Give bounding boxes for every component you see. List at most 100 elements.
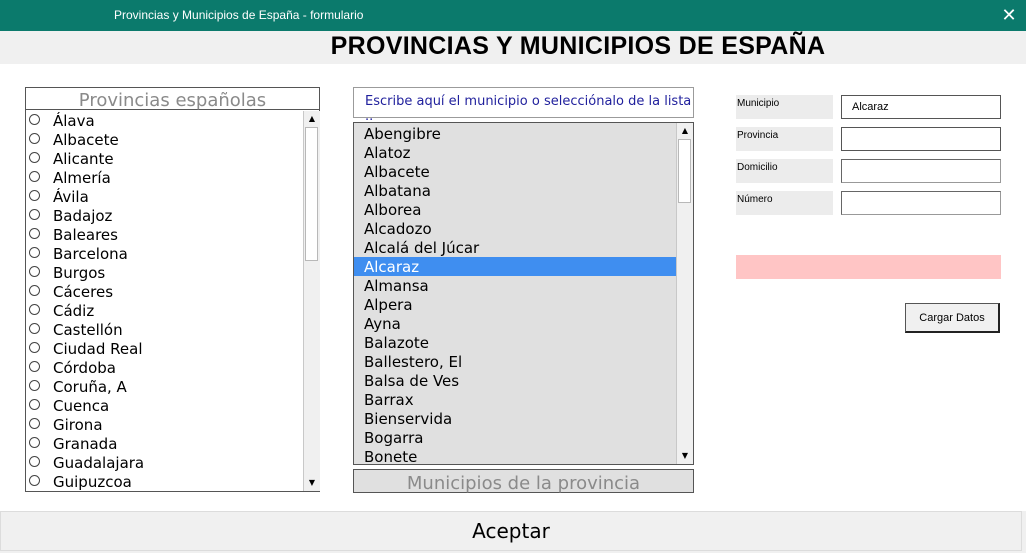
municipio-option[interactable]: Alcalá del Júcar [354, 238, 676, 257]
municipio-option[interactable]: Bonete [354, 447, 676, 465]
header-band: PROVINCIAS Y MUNICIPIOS DE ESPAÑA [0, 31, 1026, 64]
province-option[interactable]: Guipuzcoa [26, 472, 302, 491]
province-label: Álava [53, 112, 95, 130]
province-option[interactable]: Cádiz [26, 301, 302, 320]
scroll-thumb[interactable] [305, 127, 318, 261]
province-option[interactable]: Granada [26, 434, 302, 453]
municipio-option[interactable]: Alpera [354, 295, 676, 314]
province-label: Córdoba [53, 359, 116, 377]
window-title: Provincias y Municipios de España - form… [114, 8, 364, 22]
numero-label: Número [736, 191, 833, 215]
province-option[interactable]: Burgos [26, 263, 302, 282]
municipio-option[interactable]: Ballestero, El [354, 352, 676, 371]
radio-unchecked-icon[interactable] [29, 475, 40, 486]
radio-unchecked-icon[interactable] [29, 323, 40, 334]
province-option[interactable]: Coruña, A [26, 377, 302, 396]
scroll-thumb[interactable] [678, 139, 691, 203]
municipio-option[interactable]: Alatoz [354, 143, 676, 162]
municipio-search-placeholder: Escribe aquí el municipio o selecciónalo… [365, 94, 692, 124]
province-option[interactable]: Girona [26, 415, 302, 434]
municipio-option[interactable]: Barrax [354, 390, 676, 409]
provinces-scrollbar[interactable]: ▲ ▼ [303, 111, 320, 491]
municipio-option[interactable]: Almansa [354, 276, 676, 295]
province-option[interactable]: Cuenca [26, 396, 302, 415]
aceptar-button[interactable]: Aceptar [0, 511, 1022, 551]
radio-unchecked-icon[interactable] [29, 361, 40, 372]
municipio-option[interactable]: Abengibre [354, 124, 676, 143]
radio-unchecked-icon[interactable] [29, 342, 40, 353]
municipio-option[interactable]: Balsa de Ves [354, 371, 676, 390]
provinces-frame: Provincias españolas Álava Albacete Alican… [25, 87, 320, 492]
provincia-field[interactable] [841, 127, 1001, 151]
numero-field[interactable] [841, 191, 1001, 215]
radio-unchecked-icon[interactable] [29, 380, 40, 391]
radio-unchecked-icon[interactable] [29, 437, 40, 448]
province-option[interactable]: Castellón [26, 320, 302, 339]
province-option[interactable]: Badajoz [26, 206, 302, 225]
province-option[interactable]: Ávila [26, 187, 302, 206]
province-label: Castellón [53, 321, 123, 339]
province-label: Cáceres [53, 283, 114, 301]
municipio-option[interactable]: Ayna [354, 314, 676, 333]
municipio-option[interactable]: Alcadozo [354, 219, 676, 238]
province-label: Granada [53, 435, 118, 453]
province-option[interactable]: Alicante [26, 149, 302, 168]
radio-unchecked-icon[interactable] [29, 152, 40, 163]
municipios-items: Abengibre Alatoz Albacete Albatana Alborea Al… [354, 124, 676, 465]
province-option[interactable]: Guadalajara [26, 453, 302, 472]
province-option[interactable]: Barcelona [26, 244, 302, 263]
municipio-option[interactable]: Bienservida [354, 409, 676, 428]
municipio-option[interactable]: Albatana [354, 181, 676, 200]
province-option[interactable]: Albacete [26, 130, 302, 149]
province-option[interactable]: Almería [26, 168, 302, 187]
radio-unchecked-icon[interactable] [29, 456, 40, 467]
municipio-search-input[interactable]: Escribe aquí el municipio o selecciónalo… [353, 87, 694, 124]
province-option[interactable]: Baleares [26, 225, 302, 244]
province-label: Burgos [53, 264, 106, 282]
radio-unchecked-icon[interactable] [29, 399, 40, 410]
radio-unchecked-icon[interactable] [29, 418, 40, 429]
cargar-datos-button[interactable]: Cargar Datos [905, 303, 1000, 333]
scroll-up-icon[interactable]: ▲ [304, 111, 320, 127]
province-label: Albacete [53, 131, 119, 149]
province-option[interactable]: Cáceres [26, 282, 302, 301]
scroll-down-icon[interactable]: ▼ [677, 448, 693, 464]
municipios-caption: Municipios de la provincia [353, 469, 694, 494]
municipios-scrollbar[interactable]: ▲ ▼ [676, 123, 693, 464]
radio-unchecked-icon[interactable] [29, 285, 40, 296]
title-bar: Provincias y Municipios de España - form… [0, 0, 1026, 31]
radio-unchecked-icon[interactable] [29, 190, 40, 201]
radio-unchecked-icon[interactable] [29, 114, 40, 125]
radio-unchecked-icon[interactable] [29, 133, 40, 144]
provinces-list: Álava Albacete Alicante Almería Ávila Badajoz… [26, 111, 302, 491]
radio-unchecked-icon[interactable] [29, 209, 40, 220]
page-title: PROVINCIAS Y MUNICIPIOS DE ESPAÑA [330, 32, 826, 60]
domicilio-label: Domicilio [736, 159, 833, 183]
province-label: Ciudad Real [53, 340, 143, 358]
province-option[interactable]: Álava [26, 111, 302, 130]
province-label: Guipuzcoa [53, 473, 132, 491]
radio-unchecked-icon[interactable] [29, 228, 40, 239]
municipio-label: Municipio [736, 95, 833, 119]
municipio-option[interactable]: Alborea [354, 200, 676, 219]
province-option[interactable]: Ciudad Real [26, 339, 302, 358]
radio-unchecked-icon[interactable] [29, 247, 40, 258]
radio-unchecked-icon[interactable] [29, 266, 40, 277]
municipio-field[interactable]: Alcaraz [841, 95, 1001, 119]
domicilio-field[interactable] [841, 159, 1001, 183]
radio-unchecked-icon[interactable] [29, 304, 40, 315]
province-label: Barcelona [53, 245, 128, 263]
municipio-option[interactable]: Albacete [354, 162, 676, 181]
province-label: Badajoz [53, 207, 113, 225]
province-label: Guadalajara [53, 454, 145, 472]
municipio-option[interactable]: Bogarra [354, 428, 676, 447]
municipio-option[interactable]: Balazote [354, 333, 676, 352]
municipio-option-selected[interactable]: Alcaraz [354, 257, 676, 276]
scroll-up-icon[interactable]: ▲ [677, 123, 693, 139]
province-label: Almería [53, 169, 111, 187]
radio-unchecked-icon[interactable] [29, 171, 40, 182]
municipios-listbox[interactable]: Abengibre Alatoz Albacete Albatana Alborea Al… [353, 122, 694, 465]
scroll-down-icon[interactable]: ▼ [304, 475, 320, 491]
close-icon[interactable]: ✕ [998, 3, 1020, 27]
province-option[interactable]: Córdoba [26, 358, 302, 377]
